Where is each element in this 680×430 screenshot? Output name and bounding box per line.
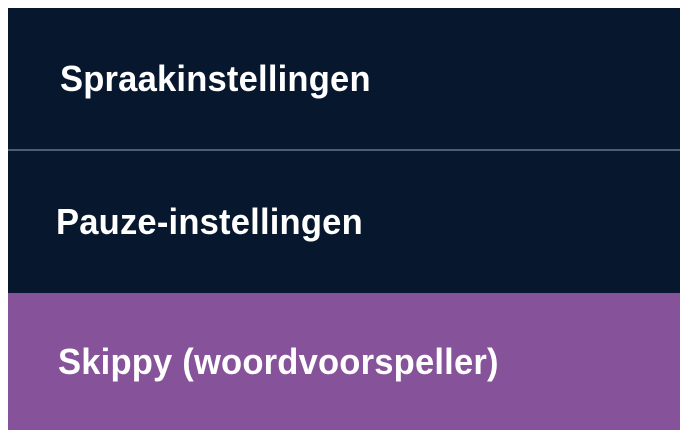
- menu-left-border: [0, 8, 8, 430]
- menu-item-label: Skippy (woordvoorspeller): [58, 340, 499, 382]
- menu-item-skippy-word-predictor[interactable]: Skippy (woordvoorspeller): [8, 293, 680, 430]
- menu-item-speech-settings[interactable]: Spraakinstellingen: [8, 8, 680, 149]
- menu-item-label: Pauze-instellingen: [56, 201, 363, 242]
- menu-item-pause-settings[interactable]: Pauze-instellingen: [8, 151, 680, 293]
- settings-panel: Spraakinstellingen Pauze-instellingen Sk…: [0, 0, 680, 430]
- menu-item-label: Spraakinstellingen: [60, 57, 371, 99]
